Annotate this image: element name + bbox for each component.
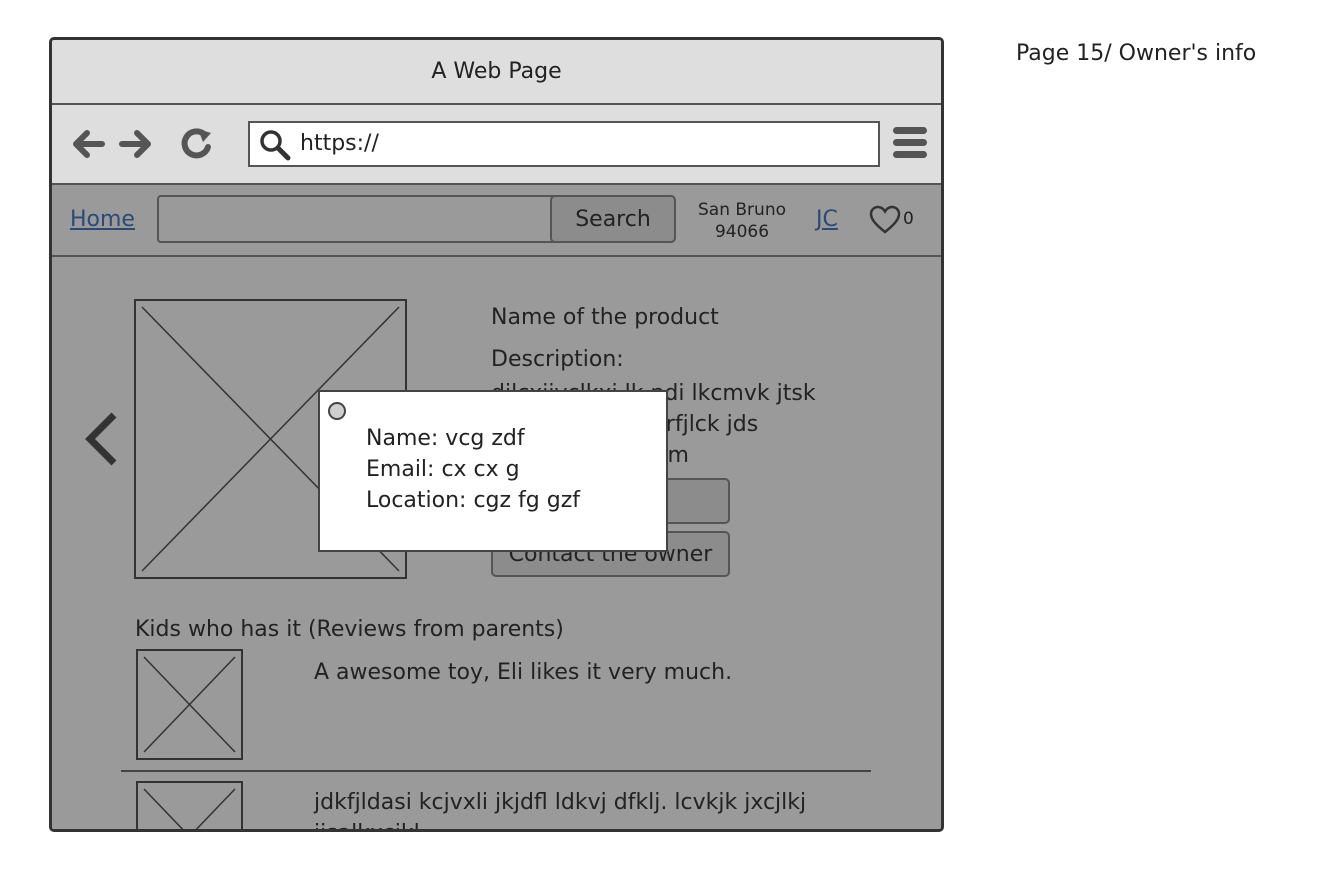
location-display[interactable]: San Bruno 94066 xyxy=(686,199,798,243)
review-image-placeholder xyxy=(136,649,243,760)
owner-location: Location: cgz fg gzf xyxy=(366,488,581,513)
review-image-placeholder xyxy=(136,781,243,829)
window-title: A Web Page xyxy=(431,59,562,84)
description-label: Description: xyxy=(491,347,624,372)
location-zip: 94066 xyxy=(714,222,770,242)
review-text: A awesome toy, Eli likes it very much. xyxy=(314,660,733,685)
review-divider xyxy=(121,770,871,772)
owner-email: Email: cx cx g xyxy=(366,457,520,482)
popup-close-dot-icon[interactable] xyxy=(328,402,346,420)
user-account-link[interactable]: JC xyxy=(816,207,838,232)
page-annotation: Page 15/ Owner's info xyxy=(1016,41,1257,66)
owner-info-details: Name: vcg zdf Email: cx cx g Location: c… xyxy=(366,423,580,516)
site-header: Home Search San Bruno 94066 JC 0 xyxy=(52,185,941,257)
favorites-count: 0 xyxy=(903,209,914,229)
search-button[interactable]: Search xyxy=(550,195,676,243)
hamburger-menu-icon[interactable] xyxy=(893,127,927,161)
url-bar[interactable]: https:// xyxy=(248,121,880,167)
heart-icon[interactable] xyxy=(869,205,901,235)
owner-info-popup: Name: vcg zdf Email: cx cx g Location: c… xyxy=(318,390,668,552)
owner-name: Name: vcg zdf xyxy=(366,426,525,451)
home-link[interactable]: Home xyxy=(70,207,135,232)
review-text: jdkfjldasi kcjvxli jkjdfl ldkvj dfklj. l… xyxy=(314,790,807,829)
forward-arrow-icon[interactable] xyxy=(118,125,156,163)
refresh-icon[interactable] xyxy=(178,125,216,163)
reviews-heading: Kids who has it (Reviews from parents) xyxy=(135,617,564,642)
product-name: Name of the product xyxy=(491,305,719,330)
back-arrow-icon[interactable] xyxy=(68,125,106,163)
search-icon xyxy=(260,130,291,161)
browser-navbar: https:// xyxy=(52,105,941,185)
chevron-left-icon[interactable] xyxy=(80,409,120,469)
window-titlebar: A Web Page xyxy=(52,40,941,105)
url-text: https:// xyxy=(300,131,379,156)
location-city: San Bruno xyxy=(698,200,786,220)
